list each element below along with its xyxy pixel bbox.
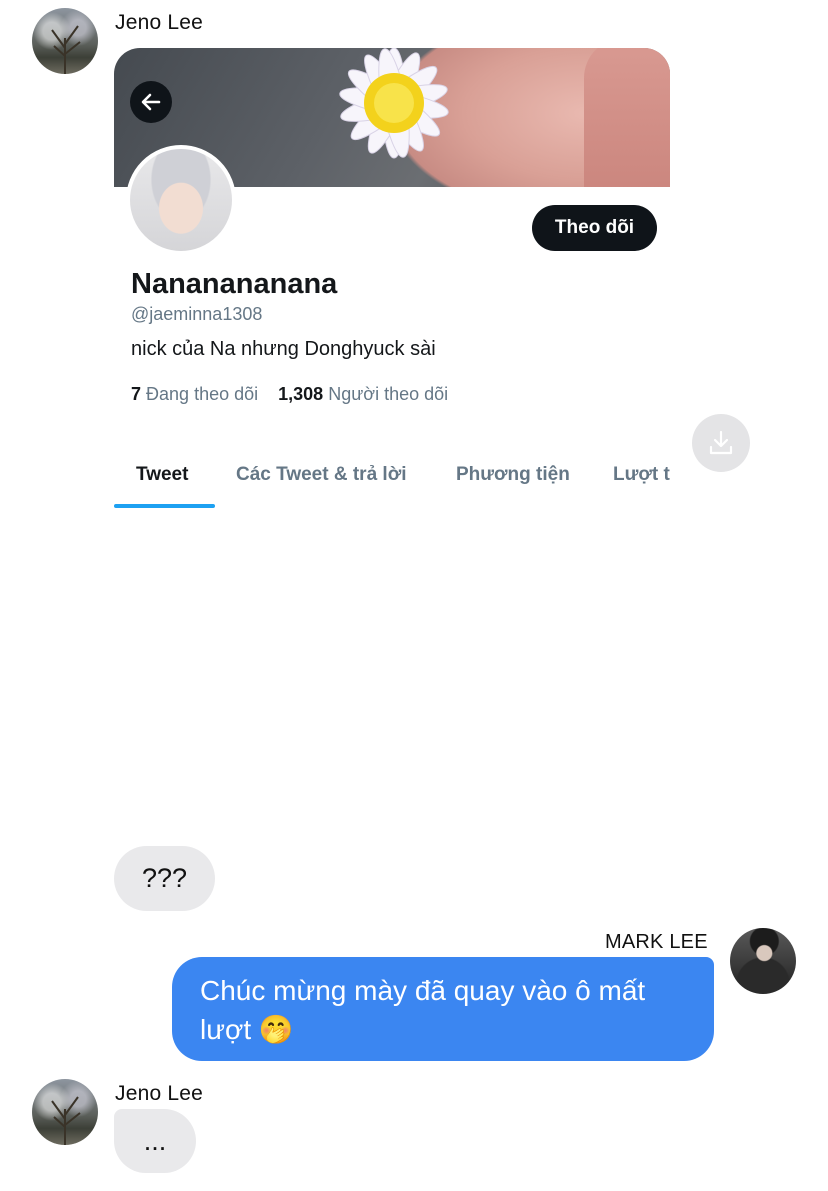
tab-tweet[interactable]: Tweet <box>136 464 188 486</box>
tab-tweets-replies[interactable]: Các Tweet & trả lời <box>236 464 406 486</box>
active-tab-indicator <box>114 504 215 508</box>
profile-tabs: Tweet Các Tweet & trả lời Phương tiện Lư… <box>114 448 670 508</box>
shared-profile-screenshot[interactable]: Theo dõi Nananananana @jaeminna1308 nick… <box>114 48 670 518</box>
download-icon <box>709 430 733 455</box>
tab-likes[interactable]: Lượt t <box>613 464 670 486</box>
sender-name: Jeno Lee <box>115 11 204 34</box>
message-bubble-reply[interactable]: Chúc mừng mày đã quay vào ô mất lượt 🤭 <box>172 957 714 1061</box>
back-button[interactable] <box>130 81 172 123</box>
download-button[interactable] <box>692 414 750 472</box>
follow-button[interactable]: Theo dõi <box>532 205 657 251</box>
tab-media[interactable]: Phương tiện <box>456 464 570 486</box>
followers-count[interactable]: 1,308 <box>278 384 323 404</box>
daisy-image <box>339 48 449 159</box>
profile-display-name: Nananananana <box>131 268 338 300</box>
profile-bio: nick của Na nhưng Donghyuck sài <box>131 338 436 360</box>
following-count[interactable]: 7 <box>131 384 141 404</box>
profile-stats: 7 Đang theo dõi 1,308 Người theo dõi <box>131 384 448 405</box>
profile-avatar[interactable] <box>126 145 236 255</box>
last-sender-name: Jeno Lee <box>115 1082 204 1105</box>
mark-avatar[interactable] <box>730 928 796 994</box>
jeno-avatar-bottom[interactable] <box>32 1079 98 1145</box>
message-bubble-ellipsis[interactable]: ... <box>114 1109 196 1173</box>
profile-handle: @jaeminna1308 <box>131 304 263 324</box>
reply-sender-name: MARK LEE <box>605 931 708 953</box>
following-label[interactable]: Đang theo dõi <box>146 384 258 404</box>
jeno-avatar[interactable] <box>32 8 98 74</box>
followers-label[interactable]: Người theo dõi <box>328 384 448 404</box>
message-bubble-question[interactable]: ??? <box>114 846 215 911</box>
arrow-left-icon <box>141 93 161 111</box>
